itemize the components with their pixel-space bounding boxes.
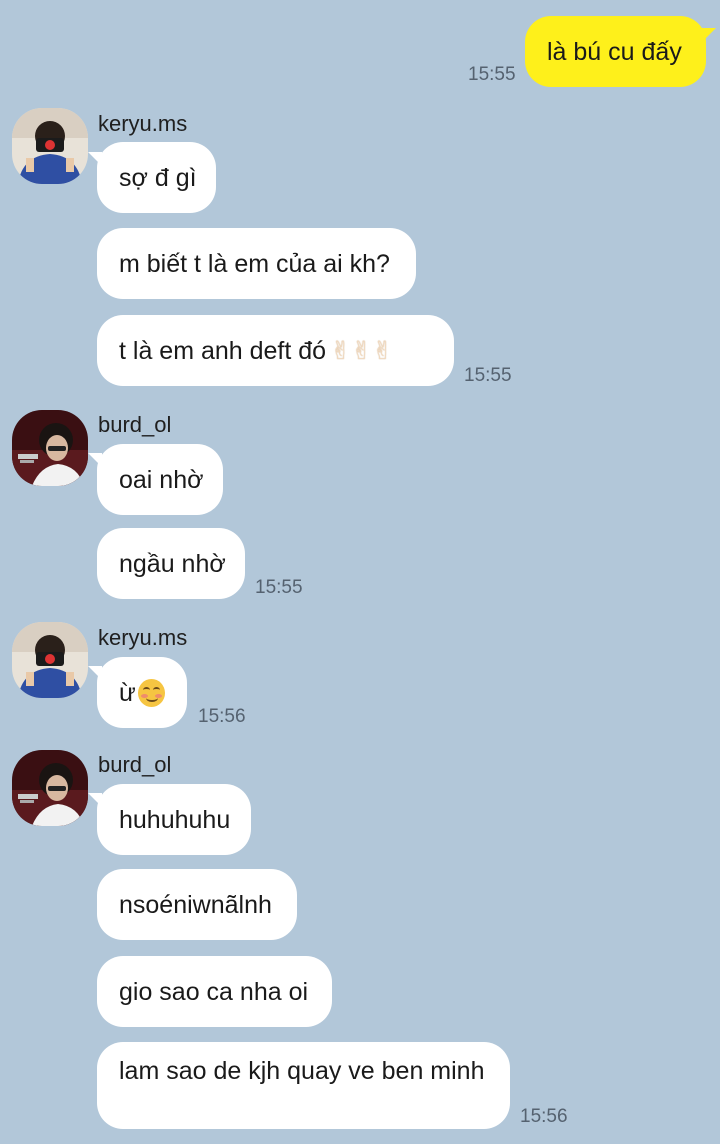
incoming-message-bubble[interactable]: huhuhuhu	[97, 784, 251, 855]
sender-name: burd_ol	[98, 412, 172, 437]
message-text: ngầu nhờ	[119, 549, 226, 578]
message-text: m biết t là em của ai kh?	[119, 249, 390, 278]
incoming-message-bubble[interactable]: m biết t là em của ai kh?	[97, 228, 416, 299]
message-text: nsoéniwnãlnh	[119, 890, 272, 919]
message-text: sợ đ gì	[119, 163, 197, 192]
avatar[interactable]	[12, 108, 88, 184]
message-time: 15:55	[468, 64, 516, 85]
incoming-message-bubble[interactable]: ngầu nhờ	[97, 528, 245, 599]
avatar-photo-icon	[12, 750, 88, 826]
message-text: oai nhờ	[119, 465, 204, 494]
incoming-message-bubble[interactable]: ừ	[97, 657, 187, 728]
message-text: ừ	[119, 678, 136, 707]
avatar-photo-icon	[12, 622, 88, 698]
message-text: lam sao de kjh quay ve ben minh	[119, 1057, 485, 1085]
incoming-message-bubble[interactable]: gio sao ca nha oi	[97, 956, 332, 1027]
outgoing-message-bubble[interactable]: là bú cu đấy	[525, 16, 706, 87]
sender-name: keryu.ms	[98, 625, 188, 650]
incoming-message-bubble[interactable]: sợ đ gì	[97, 142, 216, 213]
avatar[interactable]	[12, 750, 88, 826]
avatar-photo-icon	[12, 410, 88, 486]
bubble-tail	[702, 28, 716, 42]
incoming-message-bubble[interactable]: oai nhờ	[97, 444, 223, 515]
message-text: là bú cu đấy	[547, 37, 682, 66]
smiling-face-icon	[137, 678, 165, 707]
sender-name: burd_ol	[98, 752, 172, 777]
message-text: t là em anh deft đó	[119, 336, 327, 365]
message-time: 15:56	[198, 706, 246, 727]
incoming-message-bubble[interactable]: nsoéniwnãlnh	[97, 869, 297, 940]
message-text: huhuhuhu	[119, 805, 231, 834]
victory-hand-icon: ✌✌✌	[330, 336, 393, 365]
avatar[interactable]	[12, 622, 88, 698]
avatar[interactable]	[12, 410, 88, 486]
message-time: 15:55	[255, 577, 303, 598]
incoming-message-bubble[interactable]: lam sao de kjh quay ve ben minh	[97, 1042, 510, 1129]
sender-name: keryu.ms	[98, 111, 188, 136]
message-time: 15:56	[520, 1106, 568, 1127]
message-time: 15:55	[464, 365, 512, 386]
incoming-message-bubble[interactable]: t là em anh deft đó ✌✌✌	[97, 315, 454, 386]
message-text: gio sao ca nha oi	[119, 977, 309, 1006]
avatar-photo-icon	[12, 108, 88, 184]
